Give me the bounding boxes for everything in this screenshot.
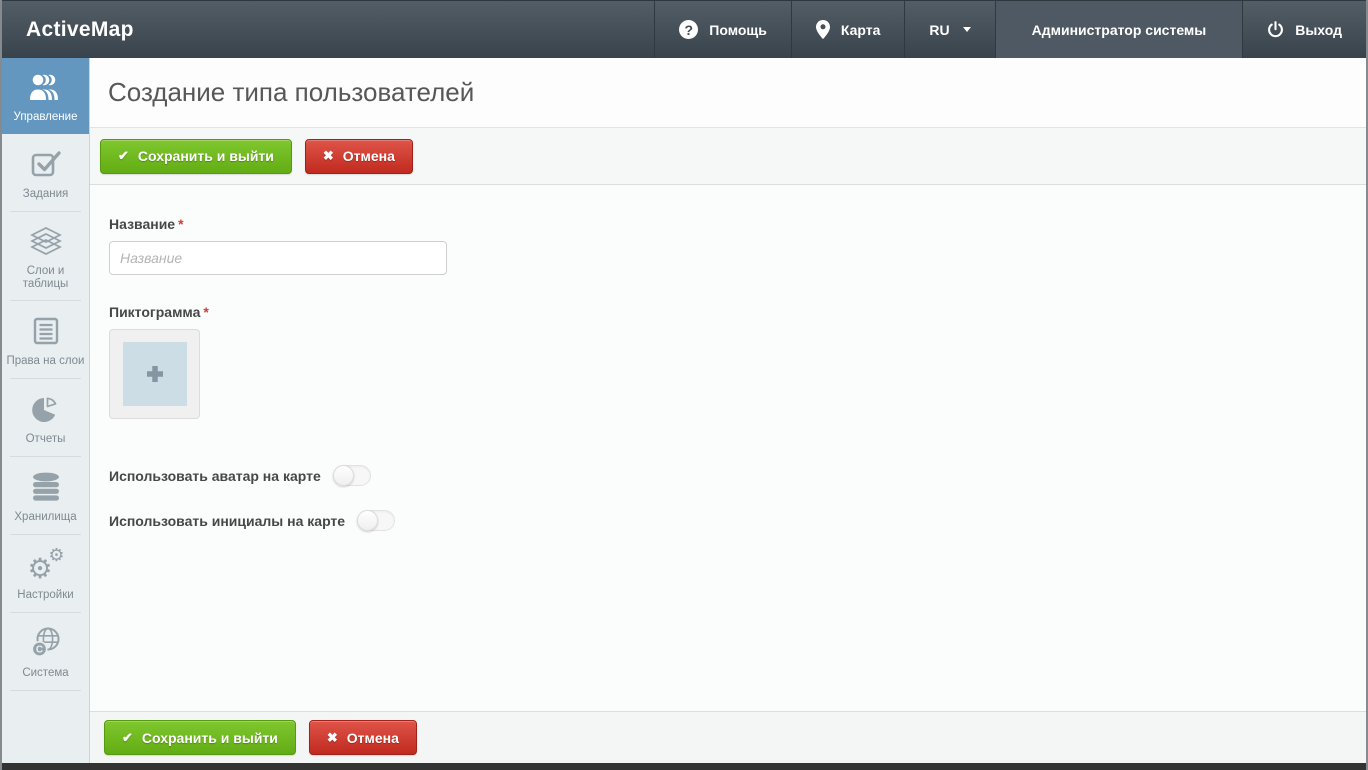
pictogram-upload-dropzone xyxy=(123,342,187,406)
required-asterisk: * xyxy=(203,304,208,320)
nav-language-select[interactable]: RU xyxy=(904,1,994,58)
svg-text:C: C xyxy=(35,645,42,656)
name-field-group: Название* xyxy=(109,216,1346,275)
window-bottom-edge xyxy=(2,763,1366,770)
page-header: Создание типа пользователей xyxy=(90,58,1366,128)
check-icon: ✔ xyxy=(118,148,129,164)
sidebar-nav: Управление Задания xyxy=(2,58,90,763)
initials-toggle-row: Использовать инициалы на карте xyxy=(109,510,1346,531)
sidebar-item-label: Права на слои xyxy=(7,355,85,368)
app-logo[interactable]: ActiveMap xyxy=(2,1,158,58)
check-icon: ✔ xyxy=(122,730,133,746)
cancel-button-label: Отмена xyxy=(343,148,395,164)
cancel-button[interactable]: ✖ Отмена xyxy=(305,139,413,174)
nav-language-label: RU xyxy=(929,22,949,38)
sidebar-item-label: Слои и таблицы xyxy=(6,265,85,291)
sidebar-item-settings[interactable]: ⚙ ⚙ Настройки xyxy=(2,535,89,613)
sidebar-item-label: Отчеты xyxy=(26,433,66,446)
sidebar-item-label: Хранилища xyxy=(14,511,76,524)
save-button-label: Сохранить и выйти xyxy=(138,148,274,164)
sidebar-item-management[interactable]: Управление xyxy=(2,58,89,134)
sidebar-item-label: Задания xyxy=(23,188,68,201)
nav-user-label: Администратор системы xyxy=(1032,22,1207,38)
caret-down-icon xyxy=(963,27,971,32)
x-icon: ✖ xyxy=(327,730,338,746)
pictogram-field-group: Пиктограмма* xyxy=(109,304,1346,419)
initials-toggle-switch[interactable] xyxy=(357,510,395,531)
save-and-exit-button[interactable]: ✔ Сохранить и выйти xyxy=(100,139,292,174)
initials-toggle-label: Использовать инициалы на карте xyxy=(109,513,345,529)
toggle-knob xyxy=(333,465,354,486)
globe-c-icon: C xyxy=(27,625,65,661)
layers-icon xyxy=(29,223,63,259)
pie-chart-icon xyxy=(29,391,63,427)
name-input[interactable] xyxy=(109,241,447,275)
avatar-toggle-row: Использовать аватар на карте xyxy=(109,465,1346,486)
app-window: ActiveMap ? Помощь Карта RU Администрато… xyxy=(0,0,1368,770)
bottom-action-toolbar: ✔ Сохранить и выйти ✖ Отмена xyxy=(90,711,1366,763)
layer-rights-icon xyxy=(29,313,63,349)
main-panel: Создание типа пользователей ✔ Сохранить … xyxy=(90,58,1366,763)
toggle-knob xyxy=(357,510,378,531)
nav-logout-label: Выход xyxy=(1295,22,1342,38)
save-button-label: Сохранить и выйти xyxy=(142,730,278,746)
nav-map-label: Карта xyxy=(841,22,881,38)
plus-icon xyxy=(145,364,165,384)
nav-help[interactable]: ? Помощь xyxy=(654,1,791,58)
sidebar-item-system[interactable]: C Система xyxy=(2,613,89,691)
avatar-toggle-switch[interactable] xyxy=(333,465,371,486)
nav-map[interactable]: Карта xyxy=(791,1,905,58)
tasks-check-icon xyxy=(29,146,63,182)
database-icon xyxy=(29,469,63,505)
save-and-exit-button-bottom[interactable]: ✔ Сохранить и выйти xyxy=(104,720,296,755)
nav-help-label: Помощь xyxy=(709,22,767,38)
gears-icon: ⚙ ⚙ xyxy=(26,547,66,583)
pictogram-upload-button[interactable] xyxy=(109,329,200,419)
sidebar-item-label: Система xyxy=(22,667,68,680)
users-icon xyxy=(28,69,64,105)
required-asterisk: * xyxy=(178,216,183,232)
form-content: Название* Пиктограмма* xyxy=(90,185,1366,711)
top-action-toolbar: ✔ Сохранить и выйти ✖ Отмена xyxy=(90,128,1366,185)
x-icon: ✖ xyxy=(323,148,334,164)
pictogram-field-label: Пиктограмма* xyxy=(109,304,1346,320)
nav-user-account[interactable]: Администратор системы xyxy=(995,1,1243,58)
sidebar-item-layers[interactable]: Слои и таблицы xyxy=(2,212,89,301)
name-field-label: Название* xyxy=(109,216,1346,232)
navbar-spacer xyxy=(158,1,655,58)
page-title: Создание типа пользователей xyxy=(108,77,474,108)
map-pin-icon xyxy=(816,20,830,39)
sidebar-item-label: Настройки xyxy=(17,589,73,602)
sidebar-item-label: Управление xyxy=(14,111,78,124)
sidebar-item-layer-rights[interactable]: Права на слои xyxy=(2,301,89,379)
help-icon: ? xyxy=(679,20,698,39)
cancel-button-bottom[interactable]: ✖ Отмена xyxy=(309,720,417,755)
power-icon xyxy=(1267,21,1284,38)
avatar-toggle-label: Использовать аватар на карте xyxy=(109,468,321,484)
sidebar-item-tasks[interactable]: Задания xyxy=(2,134,89,212)
top-navbar: ActiveMap ? Помощь Карта RU Администрато… xyxy=(2,0,1366,58)
nav-logout[interactable]: Выход xyxy=(1242,1,1366,58)
cancel-button-label: Отмена xyxy=(347,730,399,746)
sidebar-item-reports[interactable]: Отчеты xyxy=(2,379,89,457)
sidebar-item-storages[interactable]: Хранилища xyxy=(2,457,89,535)
